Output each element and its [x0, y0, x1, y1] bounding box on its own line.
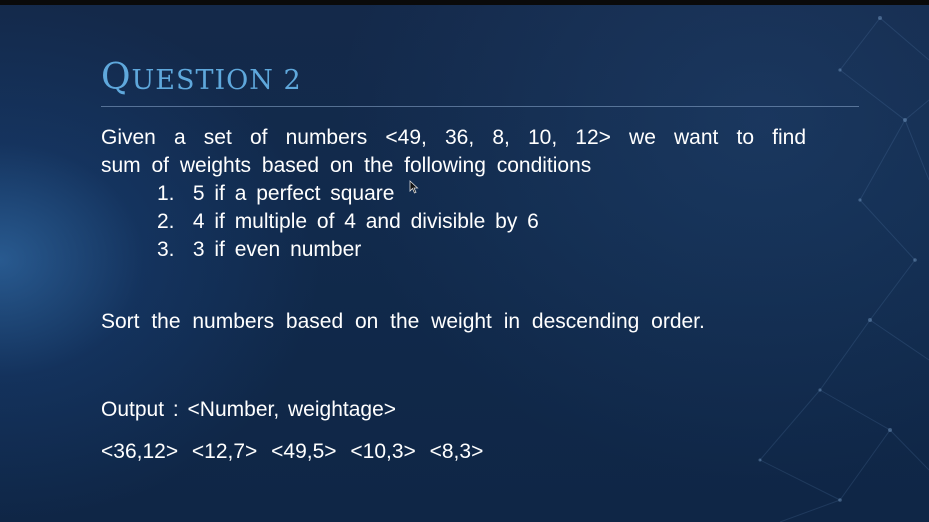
slide-title: Question 2 [101, 56, 302, 103]
condition-text: 3 if even number [192, 238, 362, 261]
output-format-label: Output : <Number, weightage> [101, 398, 397, 421]
slide-title-initial: Q [101, 57, 132, 98]
condition-number: 1. [157, 182, 175, 205]
question-intro-line-2: sum of weights based on the following co… [101, 154, 592, 177]
slide-title-rest: uestion 2 [131, 65, 302, 96]
sort-instruction: Sort the numbers based on the weight in … [101, 310, 705, 333]
condition-number: 3. [157, 238, 175, 261]
mouse-pointer-icon [409, 180, 419, 194]
conditions-list: 1. 5 if a perfect square 2. 4 if multipl… [157, 180, 539, 264]
condition-item: 1. 5 if a perfect square [157, 180, 539, 208]
title-divider [101, 106, 859, 107]
condition-item: 2. 4 if multiple of 4 and divisible by 6 [157, 208, 539, 236]
condition-number: 2. [157, 210, 175, 233]
window-top-bar [0, 0, 929, 5]
condition-text: 4 if multiple of 4 and divisible by 6 [192, 210, 539, 233]
output-values: <36,12> <12,7> <49,5> <10,3> <8,3> [101, 440, 484, 463]
question-intro: Given a set of numbers <49, 36, 8, 10, 1… [101, 124, 806, 180]
condition-text: 5 if a perfect square [192, 182, 395, 205]
question-intro-line-1: Given a set of numbers <49, 36, 8, 10, 1… [101, 126, 806, 149]
condition-item: 3. 3 if even number [157, 236, 539, 264]
presentation-slide: Question 2 Given a set of numbers <49, 3… [0, 0, 929, 522]
